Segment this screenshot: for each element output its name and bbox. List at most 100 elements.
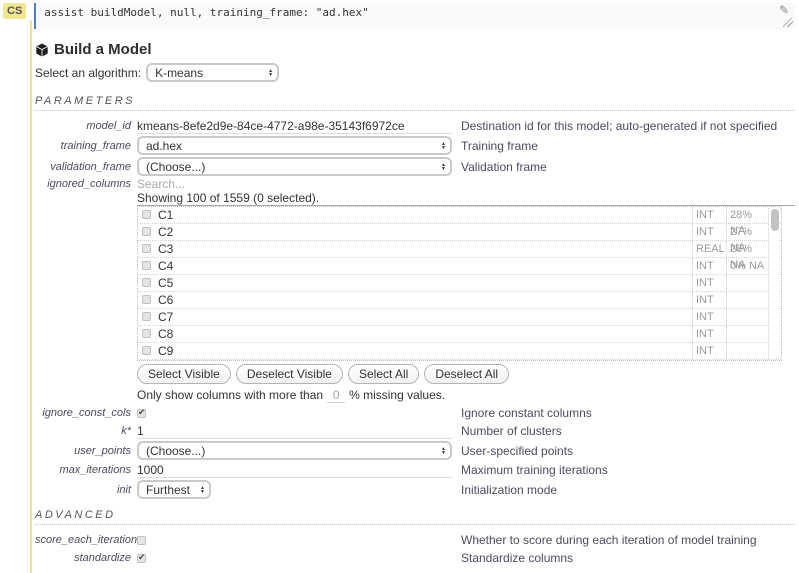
init-description: Initialization mode [461,482,558,497]
k-row: k* 1 Number of clusters [35,423,795,439]
column-row[interactable]: C8 INT [138,326,781,343]
k-label: k* [121,425,131,437]
column-row[interactable]: C5 INT [138,275,781,292]
validation-frame-select[interactable]: (Choose...) ▲ ▼ [137,157,452,176]
code-cell[interactable]: assist buildModel, null, training_frame:… [34,3,795,29]
column-checkbox[interactable] [142,210,151,219]
model-id-input[interactable]: kmeans-8efe2d9e-84ce-4772-a98e-35143f697… [137,119,452,134]
column-checkbox[interactable] [142,329,151,338]
column-row[interactable]: C1 INT 28% NA [138,207,781,237]
column-row[interactable]: C4 INT 0% NA [138,258,781,275]
validation-frame-label: validation_frame [50,160,131,173]
deselect-all-button[interactable]: Deselect All [424,364,510,384]
missing-percent-input[interactable]: 0 [327,388,346,403]
filter-prefix: Only show columns with more than [137,388,324,402]
column-name: C1 [158,208,174,222]
flow-notebook: CS assist buildModel, null, training_fra… [0,0,799,573]
model-id-description: Destination id for this model; auto-gene… [461,119,778,133]
training-frame-select[interactable]: ad.hex ▲ ▼ [137,136,452,155]
column-search-input[interactable]: Search... [137,178,795,191]
max-iterations-row: max_iterations 1000 Maximum training ite… [35,462,795,478]
init-row: init Furthest ▲ ▼ Initialization mode [35,480,795,499]
training-frame-row: training_frame ad.hex ▲ ▼ Training frame [35,136,795,155]
column-name: C6 [158,293,174,307]
column-summary: Showing 100 of 1559 (0 selected). [137,191,795,206]
column-name: C2 [158,225,174,239]
scrollbar-thumb[interactable] [770,209,779,231]
column-na-percent [726,326,768,342]
column-checkbox[interactable] [142,295,151,304]
column-row[interactable]: C7 INT [138,309,781,326]
column-type: REAL [692,241,726,257]
ignore-const-cols-label: ignore_const_cols [42,407,131,419]
init-label: init [116,483,131,496]
column-row[interactable]: C3 REAL 28% NA [138,241,781,271]
column-type: INT [692,207,726,223]
score-each-iteration-checkbox[interactable] [137,536,146,546]
scrollbar[interactable] [768,208,780,359]
algorithm-select[interactable]: K-means ▲ ▼ [146,63,280,82]
column-name: C4 [158,259,174,273]
select-arrows-icon: ▲ ▼ [441,140,446,151]
build-model-form: Build a Model Select an algorithm: K-mea… [35,41,799,573]
column-name: C5 [158,276,174,290]
cube-icon [36,42,48,57]
k-description: Number of clusters [461,424,562,438]
column-checkbox[interactable] [142,261,151,270]
model-id-row: model_id kmeans-8efe2d9e-84ce-4772-a98e-… [35,118,795,134]
column-checkbox[interactable] [142,244,151,253]
standardize-checkbox[interactable] [137,552,146,564]
code-input[interactable]: assist buildModel, null, training_frame:… [44,6,777,19]
pencil-icon[interactable]: ✎ [779,3,789,17]
ignore-const-cols-checkbox[interactable] [137,407,146,419]
algorithm-label: Select an algorithm: [35,65,142,80]
init-select[interactable]: Furthest ▲ ▼ [137,480,211,499]
column-type: INT [692,326,726,342]
resize-grip-icon[interactable] [783,18,793,27]
section-advanced: ADVANCED [35,509,795,525]
cell-type-badge[interactable]: CS [3,3,27,19]
select-visible-button[interactable]: Select Visible [137,364,231,384]
score-each-iteration-row: score_each_iteration Whether to score du… [35,532,795,548]
select-all-button[interactable]: Select All [347,364,420,384]
standardize-description: Standardize columns [461,551,574,565]
column-row[interactable]: C9 INT [138,343,781,360]
select-arrows-icon: ▲ ▼ [200,484,205,495]
max-iterations-label: max_iterations [59,464,131,476]
filter-suffix: % missing values. [349,388,446,402]
column-checkbox[interactable] [142,346,151,355]
missing-filter-row: Only show columns with more than 0 % mis… [137,388,795,403]
select-arrows-icon: ▲ ▼ [441,445,446,456]
user-points-select[interactable]: (Choose...) ▲ ▼ [137,441,452,460]
column-name: C9 [158,344,174,358]
ignored-columns-label: ignored_columns [47,178,131,190]
column-type: INT [692,343,726,359]
column-na-percent [726,309,768,325]
column-type: INT [692,258,726,274]
column-checkbox[interactable] [142,227,151,236]
column-row[interactable]: C6 INT [138,292,781,309]
training-frame-description: Training frame [461,138,538,153]
column-na-percent: 28% NA [726,207,768,237]
column-checkbox[interactable] [142,312,151,321]
column-name: C7 [158,310,174,324]
page-title: Build a Model [35,41,795,58]
column-type: INT [692,292,726,308]
max-iterations-input[interactable]: 1000 [137,463,452,478]
ignore-const-cols-description: Ignore constant columns [461,406,592,420]
column-row[interactable]: C2 INT 27% NA [138,224,781,254]
column-na-percent: 27% NA [726,224,768,254]
deselect-visible-button[interactable]: Deselect Visible [235,364,343,384]
training-frame-label: training_frame [60,139,131,152]
k-input[interactable]: 1 [137,424,452,439]
column-na-percent [726,343,768,359]
user-points-label: user_points [74,444,131,457]
column-na-percent [726,275,768,291]
column-name: C10 [151,360,692,361]
column-type: INT [692,360,726,361]
column-checkbox[interactable] [142,278,151,287]
column-list[interactable]: C1 INT 28% NA C2 INT 27% NA C3 REAL 28% … [137,206,782,361]
select-arrows-icon: ▲ ▼ [441,161,446,172]
column-row[interactable]: C10 INT [138,360,781,361]
section-parameters: PARAMETERS [35,95,795,111]
